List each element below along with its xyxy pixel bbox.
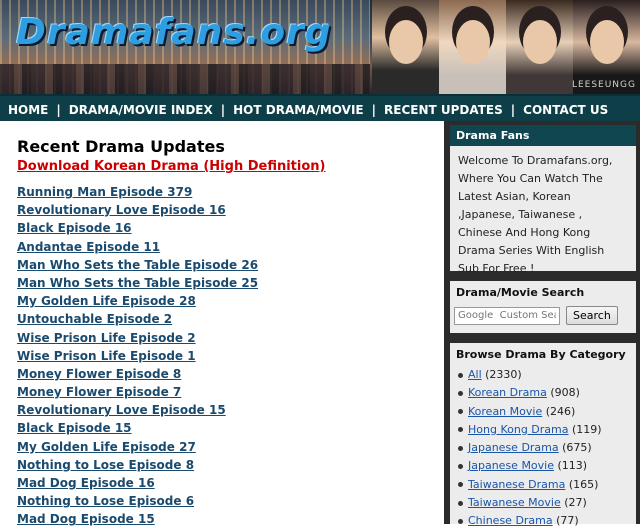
welcome-text: Welcome To Dramafans.org, Where You Can … [458,154,613,275]
bullet-icon [458,390,463,396]
category-item: Taiwanese Drama (165) [458,476,636,494]
category-item: All (2330) [458,366,636,384]
category-item: Chinese Drama (77) [458,512,636,530]
sidebar: Drama Fans Welcome To Dramafans.org, Whe… [444,121,640,527]
category-link-korean-drama[interactable]: Korean Drama [468,386,547,399]
category-count: (27) [564,496,587,510]
cast-photos: LEESEUNGG [372,0,640,94]
episode-link[interactable]: Mad Dog Episode 16 [17,476,258,494]
nav-home[interactable]: HOME [0,103,56,117]
site-logo[interactable]: Dramafans.org [16,12,332,53]
bullet-icon [458,518,463,524]
bullet-icon [458,409,463,415]
photo-watermark: LEESEUNGG [571,80,636,90]
nav-contact-us[interactable]: CONTACT US [515,103,616,117]
face-image [589,20,624,64]
category-item: Japanese Drama (675) [458,439,636,457]
category-link-hong-kong-drama[interactable]: Hong Kong Drama [468,423,569,436]
category-item: Korean Movie (246) [458,403,636,421]
category-item: Japanese Movie (113) [458,457,636,475]
category-link-japanese-movie[interactable]: Japanese Movie [468,459,554,472]
bullet-icon [458,500,463,506]
category-count: (165) [568,477,599,491]
episode-link[interactable]: Revolutionary Love Episode 16 [17,203,258,221]
widget-title: Drama Fans [450,125,636,146]
episode-link[interactable]: Mad Dog Episode 15 [17,512,258,530]
category-count: (113) [557,459,588,473]
face-image [522,20,557,64]
search-input[interactable] [454,306,560,325]
actor-photo: LEESEUNGG [571,0,640,94]
category-count: (908) [550,386,580,400]
category-item: Korean Drama (908) [458,384,636,402]
download-hd-link[interactable]: Download Korean Drama (High Definition) [17,159,325,174]
category-link-chinese-drama[interactable]: Chinese Drama [468,514,553,527]
episode-link[interactable]: Revolutionary Love Episode 15 [17,403,258,421]
face-image [455,20,490,64]
actress-photo [439,0,506,94]
drama-fans-widget: Drama Fans Welcome To Dramafans.org, Whe… [450,125,636,275]
nav-recent-updates[interactable]: RECENT UPDATES [376,103,511,117]
main-content: Recent Drama Updates Download Korean Dra… [0,121,444,526]
header-banner: Dramafans.org LEESEUNGG [0,0,640,94]
episode-link[interactable]: Nothing to Lose Episode 6 [17,494,258,512]
episode-link[interactable]: Man Who Sets the Table Episode 26 [17,258,258,276]
category-count: (246) [545,404,576,418]
page-title: Recent Drama Updates [17,137,225,156]
category-link-taiwanese-movie[interactable]: Taiwanese Movie [468,496,561,509]
category-link-taiwanese-drama[interactable]: Taiwanese Drama [468,478,565,491]
category-count: (77) [556,514,579,528]
nav-drama-movie-index[interactable]: DRAMA/MOVIE INDEX [61,103,221,117]
category-link-korean-movie[interactable]: Korean Movie [468,405,542,418]
actress-photo [506,0,573,94]
episode-link[interactable]: Andantae Episode 11 [17,240,258,258]
widget-title: Drama/Movie Search [456,286,585,299]
bullet-icon [458,463,463,469]
widget-title: Browse Drama By Category [456,348,626,361]
bullet-icon [458,445,463,451]
episode-link[interactable]: Running Man Episode 379 [17,185,258,203]
episode-link[interactable]: My Golden Life Episode 27 [17,440,258,458]
category-link-japanese-drama[interactable]: Japanese Drama [468,441,559,454]
episode-list: Running Man Episode 379 Revolutionary Lo… [17,185,258,531]
bullet-icon [458,427,463,433]
bullet-icon [458,372,463,378]
episode-link[interactable]: Money Flower Episode 7 [17,385,258,403]
nav-hot-drama-movie[interactable]: HOT DRAMA/MOVIE [225,103,371,117]
category-count: (119) [572,422,602,436]
category-widget: Browse Drama By Category All (2330) Kore… [450,343,636,527]
episode-link[interactable]: Untouchable Episode 2 [17,312,258,330]
episode-link[interactable]: Wise Prison Life Episode 2 [17,331,258,349]
category-link-all[interactable]: All [468,368,482,381]
category-item: Taiwanese Movie (27) [458,494,636,512]
episode-link[interactable]: Black Episode 15 [17,421,258,439]
episode-link[interactable]: Money Flower Episode 8 [17,367,258,385]
main-nav: HOME | DRAMA/MOVIE INDEX | HOT DRAMA/MOV… [0,94,640,123]
search-button[interactable]: Search [566,306,618,325]
bullet-icon [458,482,463,488]
episode-link[interactable]: Nothing to Lose Episode 8 [17,458,258,476]
actor-photo [372,0,439,94]
face-image [388,20,423,64]
episode-link[interactable]: My Golden Life Episode 28 [17,294,258,312]
episode-link[interactable]: Man Who Sets the Table Episode 25 [17,276,258,294]
category-item: Hong Kong Drama (119) [458,421,636,439]
category-count: (675) [562,441,592,455]
search-widget: Drama/Movie Search Search [450,281,636,333]
category-count: (2330) [485,368,522,381]
episode-link[interactable]: Black Episode 16 [17,221,258,239]
search-row: Search [450,304,636,331]
episode-link[interactable]: Wise Prison Life Episode 1 [17,349,258,367]
category-list: All (2330) Korean Drama (908) Korean Mov… [450,366,636,531]
